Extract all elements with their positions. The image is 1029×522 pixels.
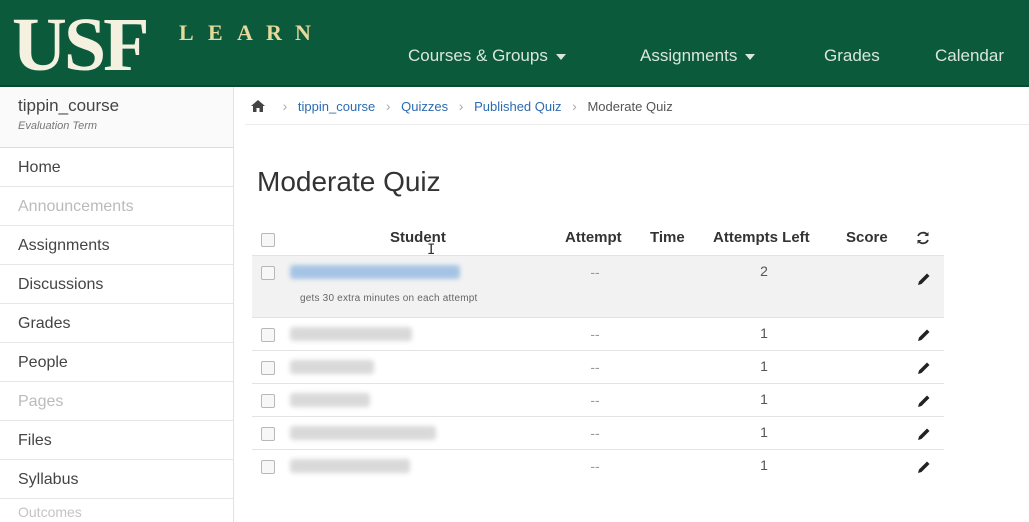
sidebar-item-grades[interactable]: Grades: [0, 304, 233, 343]
attempts-left-cell: 2: [760, 263, 768, 279]
student-name-redacted[interactable]: [290, 360, 374, 374]
nav-courses-groups[interactable]: Courses & Groups: [408, 46, 566, 66]
pencil-icon[interactable]: [916, 271, 932, 287]
page-title: Moderate Quiz: [257, 166, 441, 197]
nav-assignments-label: Assignments: [640, 46, 738, 65]
logo-learn-text: LEARN: [179, 20, 324, 46]
column-header-time: Time: [650, 229, 685, 246]
sidebar-item-files[interactable]: Files: [0, 421, 233, 460]
sidebar-item-discussions[interactable]: Discussions: [0, 265, 233, 304]
attempt-cell: --: [590, 264, 600, 280]
sidebar-item-outcomes[interactable]: Outcomes: [0, 499, 233, 519]
attempts-left-cell: 1: [760, 424, 768, 440]
row-checkbox[interactable]: [261, 427, 275, 441]
course-sidebar: tippin_course Evaluation Term Home Annou…: [0, 87, 234, 522]
sidebar-item-assignments[interactable]: Assignments: [0, 226, 233, 265]
select-all-checkbox[interactable]: [261, 233, 275, 247]
row-checkbox[interactable]: [261, 361, 275, 375]
student-name-redacted[interactable]: [290, 459, 410, 473]
breadcrumb-quizzes[interactable]: Quizzes: [401, 99, 448, 114]
student-name-redacted[interactable]: [290, 393, 370, 407]
pencil-icon[interactable]: [916, 393, 932, 409]
row-checkbox[interactable]: [261, 266, 275, 280]
pencil-icon[interactable]: [916, 327, 932, 343]
text-cursor-icon: I: [427, 242, 436, 258]
sidebar-item-people[interactable]: People: [0, 343, 233, 382]
student-table: Student Attempt Time Attempts Left Score…: [252, 221, 944, 482]
table-row[interactable]: -- 1: [252, 416, 944, 449]
logo-letter: N: [295, 20, 311, 45]
column-header-student[interactable]: Student: [390, 229, 446, 246]
attempt-cell: --: [590, 359, 600, 375]
column-header-score: Score: [846, 229, 888, 246]
attempt-cell: --: [590, 425, 600, 441]
row-checkbox[interactable]: [261, 328, 275, 342]
nav-calendar-label: Calendar: [935, 46, 1004, 65]
pencil-icon[interactable]: [916, 459, 932, 475]
student-name-redacted[interactable]: [290, 426, 436, 440]
attempt-cell: --: [590, 392, 600, 408]
table-header: Student Attempt Time Attempts Left Score: [252, 221, 944, 255]
nav-grades[interactable]: Grades: [824, 46, 880, 66]
chevron-down-icon: [555, 53, 566, 60]
accommodation-note: gets 30 extra minutes on each attempt: [300, 293, 478, 304]
attempt-cell: --: [590, 458, 600, 474]
nav-calendar[interactable]: Calendar: [935, 46, 1004, 66]
table-row[interactable]: -- 1: [252, 383, 944, 416]
nav-assignments[interactable]: Assignments: [640, 46, 756, 66]
logo-letter: R: [266, 20, 282, 45]
logo-letter: E: [208, 20, 223, 45]
sidebar-item-pages[interactable]: Pages: [0, 382, 233, 421]
course-name: tippin_course: [18, 96, 120, 115]
attempts-left-cell: 1: [760, 358, 768, 374]
nav-courses-groups-label: Courses & Groups: [408, 46, 548, 65]
sidebar-item-syllabus[interactable]: Syllabus: [0, 460, 233, 499]
attempts-left-cell: 1: [760, 457, 768, 473]
breadcrumb-published-quiz[interactable]: Published Quiz: [474, 99, 561, 114]
course-header[interactable]: tippin_course Evaluation Term: [0, 87, 233, 148]
student-name-redacted[interactable]: [290, 265, 460, 279]
table-row[interactable]: -- 1: [252, 350, 944, 383]
top-nav-bar: USF LEARN Courses & Groups Assignments G…: [0, 0, 1029, 87]
column-header-attempt: Attempt: [565, 229, 622, 246]
column-header-attempts-left: Attempts Left: [713, 229, 810, 246]
attempts-left-cell: 1: [760, 391, 768, 407]
student-name-redacted[interactable]: [290, 327, 412, 341]
attempts-left-cell: 1: [760, 325, 768, 341]
table-row[interactable]: gets 30 extra minutes on each attempt --…: [252, 255, 944, 317]
attempt-cell: --: [590, 326, 600, 342]
sidebar-item-announcements[interactable]: Announcements: [0, 187, 233, 226]
breadcrumb: › tippin_course › Quizzes › Published Qu…: [250, 98, 673, 122]
chevron-down-icon: [745, 53, 756, 60]
breadcrumb-separator: ›: [572, 98, 577, 114]
breadcrumb-course[interactable]: tippin_course: [298, 99, 375, 114]
pencil-icon[interactable]: [916, 360, 932, 376]
usf-learn-logo[interactable]: USF LEARN: [12, 3, 412, 87]
logo-letter: A: [237, 20, 253, 45]
breadcrumb-separator: ›: [458, 98, 464, 114]
logo-letter: L: [179, 20, 194, 45]
breadcrumb-separator: ›: [385, 98, 391, 114]
row-checkbox[interactable]: [261, 394, 275, 408]
refresh-icon[interactable]: [915, 230, 931, 246]
breadcrumb-divider: [245, 124, 1029, 125]
table-row[interactable]: -- 1: [252, 449, 944, 482]
breadcrumb-separator: ›: [282, 98, 288, 114]
row-checkbox[interactable]: [261, 460, 275, 474]
course-term: Evaluation Term: [18, 120, 98, 132]
logo-usf-text: USF: [12, 3, 150, 87]
nav-grades-label: Grades: [824, 46, 880, 65]
sidebar-item-home[interactable]: Home: [0, 148, 233, 187]
home-icon[interactable]: [250, 99, 266, 113]
table-row[interactable]: -- 1: [252, 317, 944, 350]
pencil-icon[interactable]: [916, 426, 932, 442]
breadcrumb-current: Moderate Quiz: [587, 99, 673, 114]
